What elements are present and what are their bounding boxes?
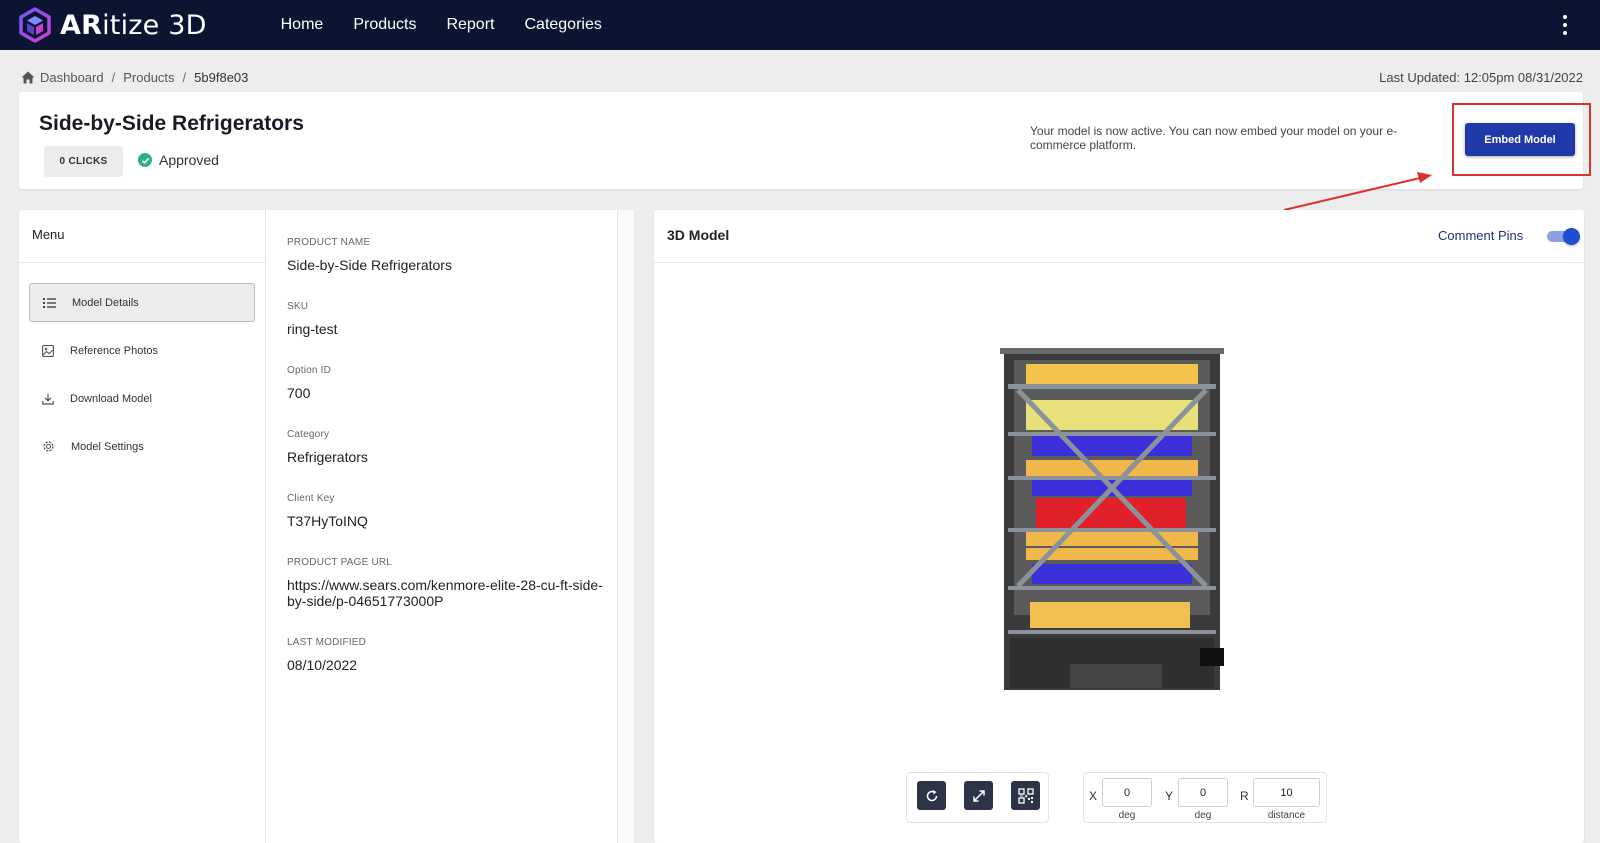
r-unit-label: distance xyxy=(1267,810,1306,821)
nav-report[interactable]: Report xyxy=(446,16,494,34)
field-label: Client Key xyxy=(287,493,335,504)
fullscreen-button[interactable] xyxy=(964,781,993,810)
embed-model-button[interactable]: Embed Model xyxy=(1465,123,1575,156)
field-label: Option ID xyxy=(287,365,332,376)
page-title: Side-by-Side Refrigerators xyxy=(39,112,304,135)
field-label: Category xyxy=(287,429,330,440)
logo-cube-icon xyxy=(19,7,51,43)
brand-name: ARitize 3D xyxy=(60,9,207,41)
nav-home[interactable]: Home xyxy=(281,16,324,34)
field-value: 700 xyxy=(287,385,311,401)
y-rotation-input[interactable] xyxy=(1178,778,1228,807)
field-value: T37HyToINQ xyxy=(287,513,368,529)
r-axis-label: R xyxy=(1240,789,1249,803)
x-unit-label: deg xyxy=(1118,810,1136,821)
field-label: PRODUCT NAME xyxy=(287,237,371,248)
r-distance-input[interactable] xyxy=(1253,778,1320,807)
menu-item-label: Download Model xyxy=(70,392,152,405)
qr-code-button[interactable] xyxy=(1011,781,1040,810)
list-icon xyxy=(43,297,56,308)
3d-model-canvas[interactable] xyxy=(992,342,1232,702)
rotate-icon xyxy=(926,789,937,801)
status-badge: Approved xyxy=(138,152,219,168)
comment-pins-label: Comment Pins xyxy=(1438,228,1524,243)
qr-code-icon xyxy=(1017,787,1034,804)
expand-icon xyxy=(972,789,985,802)
field-value: Side-by-Side Refrigerators xyxy=(287,257,452,273)
menu-item-label: Model Settings xyxy=(71,440,144,453)
model-info-panel: Menu Model Details Reference Photos Down… xyxy=(19,210,634,843)
divider xyxy=(654,262,1584,263)
product-url-link[interactable]: https://www.sears.com/kenmore-elite-28-c… xyxy=(287,577,605,609)
toggle-knob xyxy=(1563,228,1580,245)
field-category: Category Refrigerators xyxy=(287,429,605,465)
menu-item-reference-photos[interactable]: Reference Photos xyxy=(29,331,255,370)
menu-item-label: Reference Photos xyxy=(70,344,159,357)
nav-products[interactable]: Products xyxy=(353,16,416,34)
field-client-key: Client Key T37HyToINQ xyxy=(287,493,605,529)
field-label: PRODUCT PAGE URL xyxy=(287,557,393,568)
field-value: Refrigerators xyxy=(287,449,368,465)
embed-info-message: Your model is now active. You can now em… xyxy=(1030,124,1398,152)
breadcrumb-separator: / xyxy=(182,70,187,85)
menu-item-download-model[interactable]: Download Model xyxy=(29,379,255,418)
app-logo[interactable]: ARitize 3D xyxy=(18,7,207,43)
x-rotation-input[interactable] xyxy=(1102,778,1152,807)
gear-icon xyxy=(43,441,54,452)
nav-links: Home Products Report Categories xyxy=(281,16,632,34)
field-label: LAST MODIFIED xyxy=(287,637,367,648)
top-navbar: ARitize 3D Home Products Report Categori… xyxy=(0,0,1600,50)
model-details: PRODUCT NAME Side-by-Side Refrigerators … xyxy=(266,210,617,843)
field-product-name: PRODUCT NAME Side-by-Side Refrigerators xyxy=(287,237,605,273)
camera-coordinates: X deg Y deg R distance xyxy=(1083,772,1327,823)
field-option-id: Option ID 700 xyxy=(287,365,605,401)
menu-item-model-details[interactable]: Model Details xyxy=(29,283,255,322)
model-viewer-panel: 3D Model Comment Pins X 0 deg Y 0 deg R … xyxy=(654,210,1584,843)
image-icon xyxy=(42,344,54,357)
breadcrumb: Dashboard / Products / 5b9f8e03 xyxy=(21,70,248,85)
kebab-menu-icon[interactable] xyxy=(1562,15,1568,35)
field-product-page-url: PRODUCT PAGE URL https://www.sears.com/k… xyxy=(287,557,605,609)
menu-title: Menu xyxy=(32,227,65,242)
breadcrumb-separator: / xyxy=(111,70,116,85)
viewer-controls xyxy=(906,772,1049,823)
menu-item-model-settings[interactable]: Model Settings xyxy=(29,427,255,466)
side-menu: Menu Model Details Reference Photos Down… xyxy=(19,210,266,843)
last-updated: Last Updated: 12:05pm 08/31/2022 xyxy=(1379,70,1583,85)
details-scrollbar[interactable] xyxy=(617,210,634,843)
check-circle-icon xyxy=(138,153,152,167)
nav-categories[interactable]: Categories xyxy=(524,16,601,34)
model-panel-title: 3D Model xyxy=(667,227,730,243)
breadcrumb-current: 5b9f8e03 xyxy=(194,70,249,85)
field-value: 08/10/2022 xyxy=(287,657,358,673)
field-value: ring-test xyxy=(287,321,338,337)
y-unit-label: deg xyxy=(1194,810,1212,821)
status-label: Approved xyxy=(159,152,219,168)
breadcrumb-products[interactable]: Products xyxy=(123,70,174,85)
comment-pins-toggle[interactable] xyxy=(1547,228,1580,245)
product-header-card: Side-by-Side Refrigerators 0 CLICKS Appr… xyxy=(19,92,1591,189)
breadcrumb-dashboard[interactable]: Dashboard xyxy=(40,70,104,85)
rotate-button[interactable] xyxy=(917,781,946,810)
field-last-modified: LAST MODIFIED 08/10/2022 xyxy=(287,637,605,673)
y-axis-label: Y xyxy=(1165,789,1174,803)
clicks-badge: 0 CLICKS xyxy=(44,146,123,177)
menu-item-label: Model Details xyxy=(72,296,139,309)
x-axis-label: X xyxy=(1089,789,1098,803)
divider xyxy=(19,262,266,263)
download-icon xyxy=(42,393,54,405)
field-label: SKU xyxy=(287,301,309,312)
home-icon xyxy=(21,71,35,84)
field-sku: SKU ring-test xyxy=(287,301,605,337)
